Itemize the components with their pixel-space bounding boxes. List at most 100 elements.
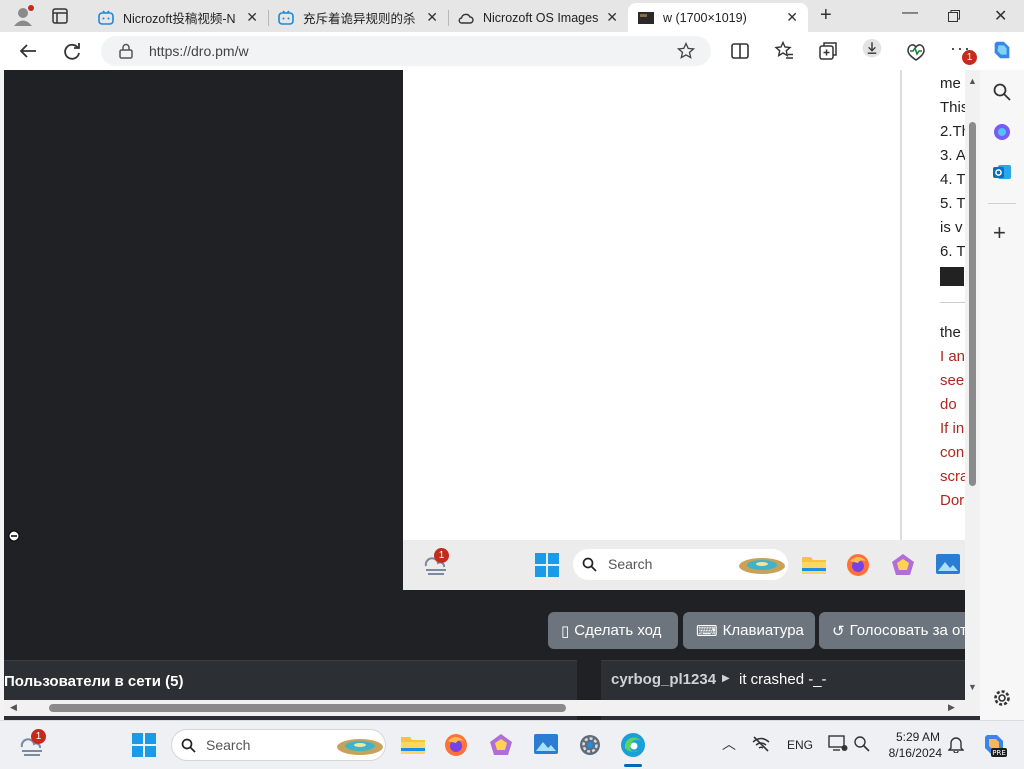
favorites-icon[interactable]	[773, 40, 795, 62]
windows-taskbar: 1 Search ︿ ENG 5:29 AM 8/16/2024 PRE	[0, 720, 1024, 769]
vm-text-line: the	[940, 324, 961, 341]
url-text: https://dro.pm/w	[149, 43, 249, 59]
tab-1[interactable]: 充斥着诡异规则的杀 ✕	[268, 3, 448, 32]
performance-icon[interactable]	[905, 40, 927, 62]
search-highlight-icon	[337, 739, 383, 755]
settings-app-icon[interactable]	[578, 733, 602, 757]
file-explorer-icon[interactable]	[400, 733, 426, 755]
vm-firefox-icon[interactable]	[846, 553, 870, 577]
scroll-down-icon[interactable]: ▼	[968, 682, 977, 692]
weather-badge: 1	[31, 729, 46, 744]
app-pentagon-icon[interactable]	[489, 733, 513, 757]
settings-gear-icon[interactable]	[992, 688, 1012, 708]
vm-start-icon[interactable]	[535, 553, 559, 577]
vm-text-line: 3. A	[940, 147, 965, 164]
notification-bell-icon[interactable]	[948, 735, 964, 753]
clock-time[interactable]: 5:29 AM	[888, 730, 940, 744]
split-screen-icon[interactable]	[729, 40, 751, 62]
search-highlight-icon	[739, 558, 785, 574]
vm-taskbar: 1 Search	[403, 540, 965, 590]
close-tab-icon[interactable]: ✕	[426, 9, 438, 26]
scroll-up-icon[interactable]: ▲	[968, 76, 977, 86]
downloads-icon[interactable]	[861, 38, 883, 60]
taskbar-search-box[interactable]: Search	[171, 729, 386, 761]
vm-file-explorer-icon[interactable]	[801, 553, 827, 575]
collections-icon[interactable]	[817, 40, 839, 62]
lock-icon[interactable]	[119, 43, 133, 59]
close-tab-icon[interactable]: ✕	[246, 9, 258, 26]
search-icon[interactable]	[992, 82, 1012, 102]
minimize-icon[interactable]: —	[902, 4, 918, 22]
vertical-scroll-thumb[interactable]	[969, 122, 976, 486]
copilot-icon[interactable]	[991, 39, 1013, 61]
copilot-apps-icon[interactable]	[992, 122, 1012, 142]
vote-rollback-label: Голосовать за откат	[849, 622, 980, 639]
vm-text-line: 2.Th	[940, 123, 965, 140]
chat-username[interactable]: cyrbog_pl1234	[611, 671, 716, 688]
chat-arrow-icon: ▶	[722, 673, 730, 684]
vm-text-line: 4. T	[940, 171, 965, 188]
close-window-icon[interactable]: ✕	[994, 6, 1007, 26]
bilibili-icon	[278, 9, 294, 25]
close-tab-icon[interactable]: ✕	[786, 9, 798, 26]
vm-weather-badge: 1	[434, 548, 449, 563]
tab-3-active[interactable]: w (1700×1019) ✕	[628, 3, 808, 32]
tab-actions-icon[interactable]	[52, 8, 68, 24]
cursor-icon	[8, 530, 20, 542]
tab-title: Nicrozoft OS Images	[483, 10, 599, 25]
vm-text-line: scra	[940, 468, 965, 485]
vm-text-line: 5. T	[940, 195, 965, 212]
network-off-icon[interactable]	[751, 735, 771, 753]
new-tab-icon[interactable]: +	[820, 4, 832, 27]
vm-text-line: is v	[940, 219, 963, 236]
make-move-button[interactable]: ▯ Сделать ход	[548, 612, 678, 649]
edge-icon[interactable]	[620, 732, 646, 758]
accessibility-icon[interactable]	[853, 735, 871, 753]
vm-screen[interactable]: me This 2.Th 3. A 4. T 5. T is v 6. T th…	[403, 70, 965, 590]
firefox-icon[interactable]	[444, 733, 468, 757]
restore-icon[interactable]	[948, 10, 960, 22]
back-icon[interactable]	[17, 40, 39, 62]
vm-search-box[interactable]: Search	[573, 549, 788, 580]
tab-title: Nicrozoft投稿视频-N	[123, 12, 236, 26]
vm-text-line: me	[940, 75, 961, 92]
start-icon[interactable]	[132, 733, 156, 757]
vertical-scrollbar[interactable]: ▲ ▼	[965, 70, 980, 700]
search-icon	[181, 738, 196, 753]
vm-rule	[940, 302, 965, 303]
outlook-icon[interactable]	[992, 162, 1012, 182]
tab-2[interactable]: Nicrozoft OS Images ✕	[448, 3, 628, 32]
address-bar[interactable]: https://dro.pm/w	[101, 36, 711, 66]
add-sidebar-app-icon[interactable]: +	[993, 220, 1006, 246]
vm-photos-icon[interactable]	[935, 553, 961, 575]
favorite-star-icon[interactable]	[677, 42, 695, 60]
scroll-left-icon[interactable]: ◀	[10, 702, 17, 713]
horizontal-scrollbar[interactable]: ◀ ▶	[4, 700, 980, 716]
horizontal-scroll-thumb[interactable]	[49, 704, 566, 712]
svg-text:PRE: PRE	[992, 749, 1006, 757]
vm-app-pentagon-icon[interactable]	[891, 553, 915, 577]
extension-badge: 1	[962, 50, 977, 65]
display-icon[interactable]	[828, 735, 848, 753]
vote-rollback-button[interactable]: ↺ Голосовать за откат	[819, 612, 980, 649]
page-content: me This 2.Th 3. A 4. T 5. T is v 6. T th…	[4, 70, 980, 720]
make-move-label: Сделать ход	[574, 622, 662, 639]
copilot-pre-icon[interactable]: PRE	[981, 732, 1007, 758]
tab-0[interactable]: Nicrozoft投稿视频-N ✕	[88, 3, 268, 32]
profile-icon[interactable]	[12, 5, 34, 27]
active-app-indicator	[624, 764, 642, 767]
vm-text-line: con	[940, 444, 965, 461]
vm-text-line: see	[940, 372, 965, 389]
keyboard-button[interactable]: ⌨ Клавиатура	[683, 612, 815, 649]
tab-title: 充斥着诡异规则的杀	[303, 12, 416, 26]
photos-icon[interactable]	[533, 733, 559, 755]
close-tab-icon[interactable]: ✕	[606, 9, 618, 26]
scroll-right-icon[interactable]: ▶	[948, 702, 955, 713]
refresh-icon[interactable]	[61, 40, 83, 62]
language-indicator[interactable]: ENG	[787, 738, 813, 752]
vm-search-placeholder: Search	[608, 556, 653, 572]
clock-date[interactable]: 8/16/2024	[884, 746, 942, 760]
show-hidden-icons-icon[interactable]: ︿	[722, 734, 736, 754]
bilibili-icon	[98, 9, 114, 25]
taskbar-search-placeholder: Search	[206, 737, 251, 753]
